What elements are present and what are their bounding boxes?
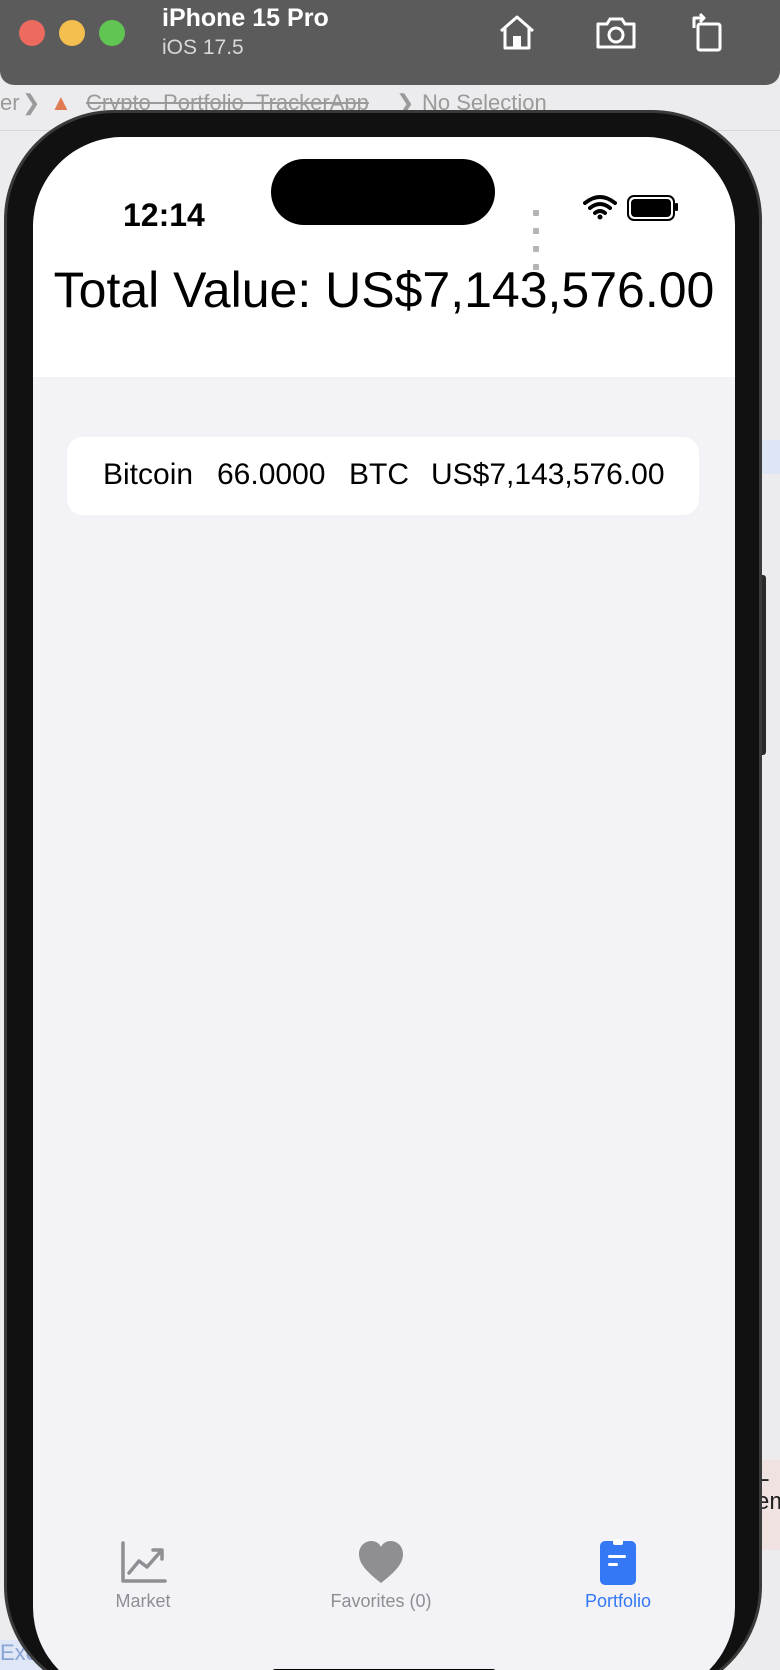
dynamic-island [271,159,495,225]
holding-symbol: BTC [349,458,409,491]
holding-amount: 66.0000 [217,458,326,491]
os-version: iOS 17.5 [162,36,244,59]
phone-display: 12:14 Total Value: US$7,143,576.00 Bitco… [33,137,735,1670]
home-icon[interactable] [495,10,539,54]
simulator-titlebar: iPhone 15 Pro iOS 17.5 [0,0,780,85]
tab-market-label: Market [115,1591,171,1611]
holding-name: Bitcoin [103,458,194,491]
total-value: Total Value: US$7,143,576.00 [53,262,715,318]
rotate-icon[interactable] [686,10,730,54]
battery-icon [627,195,675,221]
zoom-window-button[interactable] [99,20,125,46]
simulator-screen: iPhone 15 Pro iOS 17.5 er ❯ ▲ Crypto_Por… [0,0,780,1670]
heart-icon [359,1541,403,1583]
header-area: 12:14 Total Value: US$7,143,576.00 [33,137,735,377]
holding-value: US$7,143,576.00 [431,458,665,491]
breadcrumb-separator-icon: ❯ [22,90,41,115]
tab-portfolio[interactable]: Portfolio [518,1537,718,1627]
device-name: iPhone 15 Pro [162,4,329,32]
battery-cap [675,203,678,211]
tab-bar: Market Favorites (0) Portfolio [33,1537,735,1670]
chart-line-icon [121,1541,167,1583]
screenshot-icon[interactable] [594,10,638,54]
tab-favorites[interactable]: Favorites (0) [281,1537,481,1627]
close-window-button[interactable] [19,20,45,46]
clipboard-icon [600,1539,636,1585]
phone-frame: 12:14 Total Value: US$7,143,576.00 Bitco… [4,110,762,1670]
status-time: 12:14 [123,197,205,233]
holding-row[interactable]: Bitcoin 66.0000 BTC US$7,143,576.00 [67,437,699,515]
wifi-icon [583,195,617,220]
tab-portfolio-label: Portfolio [584,1591,652,1611]
tab-favorites-label: Favorites (0) [330,1591,432,1611]
tab-market[interactable]: Market [43,1537,243,1627]
breadcrumb-prefix: er [0,90,20,115]
battery-level [631,199,671,217]
minimize-window-button[interactable] [59,20,85,46]
swift-icon: ▲ [50,90,72,115]
